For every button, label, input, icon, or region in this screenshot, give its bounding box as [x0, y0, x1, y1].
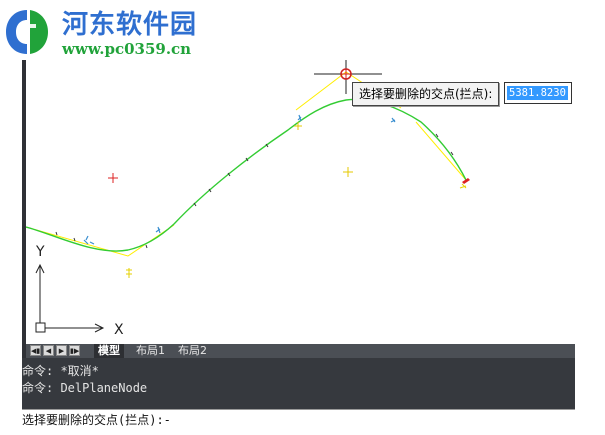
feature-point	[89, 241, 95, 245]
ucs-icon	[35, 263, 105, 333]
tab-model[interactable]: 模型	[94, 344, 124, 358]
tab-layout2[interactable]: 布局2	[174, 344, 211, 358]
intersection-labels	[126, 183, 467, 278]
station-ticks	[55, 103, 454, 249]
watermark-site-name: 河东软件园	[62, 10, 198, 40]
command-history-line: 命令: DelPlaneNode	[22, 381, 148, 395]
yellow-cross-marker	[294, 122, 302, 130]
ucs-y-label: Y	[35, 244, 45, 260]
feature-point	[83, 235, 89, 245]
right-margin	[575, 0, 605, 435]
ucs-x-label: X	[114, 322, 124, 338]
red-cross-marker	[108, 173, 118, 183]
feature-point	[390, 117, 396, 123]
station-tick	[145, 244, 148, 249]
layout-tab-bar: ◀▮ ◀ ▶ ▮▶ 模型 布局1 布局2	[26, 344, 575, 358]
command-input[interactable]: 选择要删除的交点(拦点):-	[22, 411, 171, 428]
site-watermark: 河东软件园 www.pc0359.cn	[0, 0, 220, 64]
watermark-logo-icon	[6, 10, 48, 54]
first-tab-icon[interactable]: ◀▮	[30, 345, 41, 356]
intersection-label-right	[459, 183, 467, 189]
prev-tab-icon[interactable]: ◀	[43, 345, 54, 356]
command-history: 命令: *取消* 命令: DelPlaneNode	[22, 358, 575, 409]
feature-point	[155, 226, 161, 234]
tab-layout1[interactable]: 布局1	[132, 344, 169, 358]
dynamic-input-value[interactable]: 5381.8230	[507, 86, 568, 100]
watermark-url: www.pc0359.cn	[62, 40, 192, 58]
feature-point	[297, 114, 302, 122]
last-tab-icon[interactable]: ▮▶	[69, 345, 80, 356]
station-tick	[55, 231, 58, 236]
construction-line-right	[415, 121, 467, 181]
curve-feature-points	[83, 114, 396, 245]
dynamic-input-field[interactable]: 5381.8230	[504, 82, 572, 104]
command-history-line: 命令: *取消*	[22, 364, 99, 378]
point-markers	[108, 122, 353, 183]
next-tab-icon[interactable]: ▶	[56, 345, 67, 356]
route-curve[interactable]	[26, 98, 467, 252]
intersection-label-left	[126, 268, 132, 278]
command-line[interactable]: 选择要删除的交点(拦点):-	[22, 409, 575, 428]
yellow-cross-marker	[343, 167, 353, 177]
ucs-origin-box	[35, 322, 46, 333]
dynamic-input-prompt: 选择要删除的交点(拦点):	[352, 82, 500, 106]
